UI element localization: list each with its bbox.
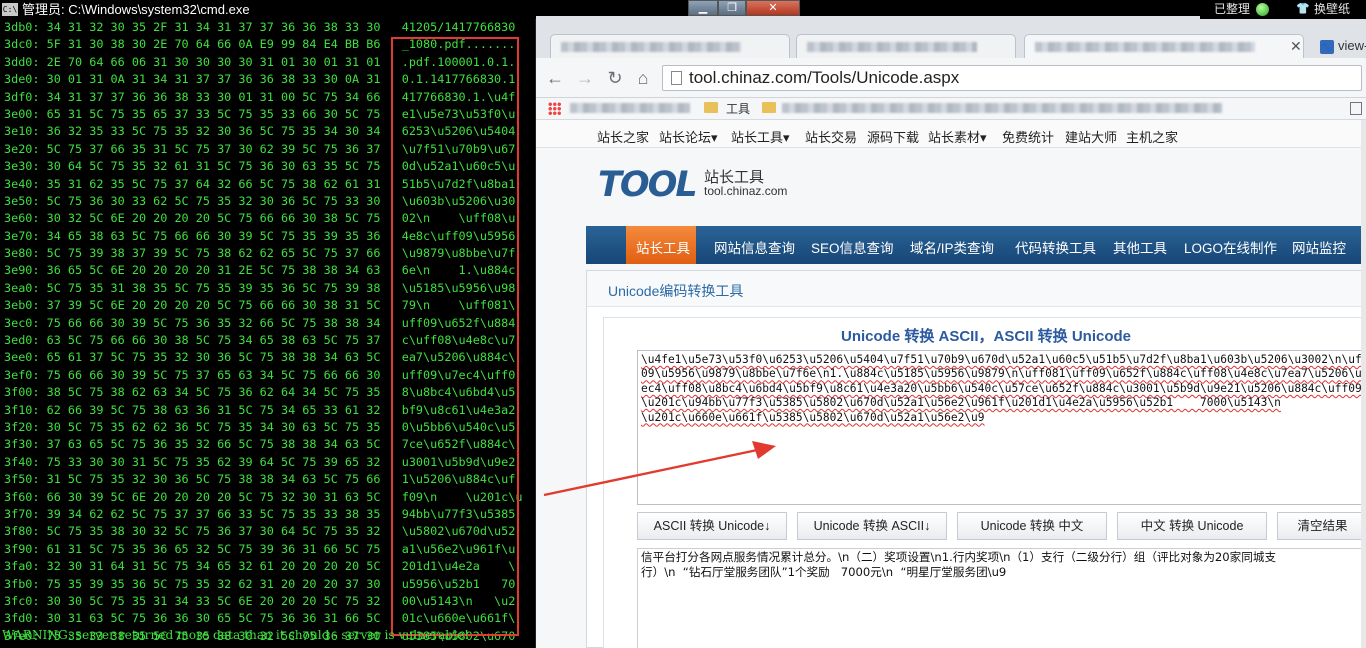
cmd-app-icon: C:\	[2, 3, 18, 16]
ascii-to-unicode-button[interactable]: ASCII 转换 Unicode↓	[637, 512, 787, 540]
other-bookmarks-icon[interactable]	[1350, 102, 1362, 115]
unicode-input-textarea[interactable]: \u4fe1\u5e73\u53f0\u6253\u5206\u5404\u7f…	[637, 350, 1366, 505]
converter-title: Unicode 转换 ASCII，ASCII 转换 Unicode	[840, 328, 1132, 345]
bookmark-folder-tools[interactable]: 工具	[726, 100, 750, 117]
apps-grid-icon[interactable]	[548, 102, 561, 115]
main-nav-item[interactable]: LOGO在线制作	[1184, 237, 1277, 257]
tab-1[interactable]	[550, 34, 790, 58]
main-nav-item[interactable]: 域名/IP类查询	[910, 237, 994, 257]
cmd-window-title: 管理员: C:\Windows\system32\cmd.exe	[22, 2, 250, 17]
main-nav-item[interactable]: 其他工具	[1113, 237, 1167, 257]
input-line: ec4\uff08\u8bc4\u6bd4\u5bf9\u8c61\u4e3a2…	[641, 381, 1366, 395]
input-line: 09\u5956\u9879\u8bbe\u7f6e\n1.\u884c\u51…	[641, 367, 1366, 381]
top-nav-link[interactable]: 站长素材▾	[928, 127, 987, 146]
main-nav-item[interactable]: 代码转换工具	[1015, 237, 1096, 257]
site-top-nav: 站长之家 站长论坛▾ 站长工具▾ 站长交易 源码下载 站长素材▾ 免费统计 建站大师 主机之家	[536, 120, 1366, 148]
browser-toolbar: ← → ↻ ⌂ tool.chinaz.com/Tools/Unicode.as…	[536, 58, 1366, 98]
output-line: 信平台打分各网点服务情况累计总分。\n（二）奖项设置\n1.行内奖项\n（1）支…	[641, 550, 1277, 564]
status-green-icon	[1256, 3, 1269, 16]
chinese-to-unicode-button[interactable]: 中文 转换 Unicode	[1117, 512, 1267, 540]
close-button[interactable]: ✕	[746, 0, 800, 16]
paw-icon: 🐾	[1320, 40, 1334, 54]
tray-organize-label[interactable]: 已整理	[1214, 0, 1250, 19]
top-nav-link[interactable]: 站长工具▾	[731, 127, 790, 146]
tab-close-icon[interactable]: ✕	[1290, 39, 1304, 53]
page-scrollbar[interactable]	[1361, 120, 1366, 648]
unicode-to-ascii-button[interactable]: Unicode 转换 ASCII↓	[797, 512, 947, 540]
panel-header: Unicode编码转换工具	[587, 271, 1366, 307]
converter-box: Unicode 转换 ASCII，ASCII 转换 Unicode \u4fe1…	[603, 317, 1366, 648]
folder-icon	[762, 102, 776, 113]
convert-button-row: ASCII 转换 Unicode↓ Unicode 转换 ASCII↓ Unicod…	[637, 512, 1366, 540]
cmd-console[interactable]: 3db0: 34 31 32 30 35 2F 31 34 31 37 37 3…	[0, 19, 536, 648]
top-nav-link[interactable]: 免费统计	[1002, 127, 1054, 146]
main-nav-item[interactable]: SEO信息查询	[811, 237, 894, 257]
browser-window: ✕ 🐾 view- ← → ↻ ⌂ tool.chinaz.com/Tools/…	[536, 16, 1366, 648]
ascii-highlight-box	[391, 37, 519, 636]
unicode-to-chinese-button[interactable]: Unicode 转换 中文	[957, 512, 1107, 540]
top-nav-link[interactable]: 源码下载	[867, 127, 919, 146]
bookmarks-bar: 工具	[536, 98, 1366, 120]
top-nav-link[interactable]: 主机之家	[1126, 127, 1178, 146]
logo-domain: tool.chinaz.com	[704, 184, 788, 198]
input-line: \u201c\u660e\u661f\u5385\u5802\u670d\u52…	[641, 410, 985, 424]
tool-panel: Unicode编码转换工具 Unicode 转换 ASCII，ASCII 转换 …	[586, 270, 1366, 648]
main-nav-item-active[interactable]: 站长工具	[636, 237, 690, 257]
main-nav-item[interactable]: 网站监控	[1292, 237, 1346, 257]
reload-icon[interactable]: ↻	[604, 67, 626, 89]
cmd-titlebar[interactable]: C:\ 管理员: C:\Windows\system32\cmd.exe	[0, 0, 536, 19]
vulnerability-warning: WARNING: server returned more data than …	[2, 628, 470, 642]
output-line: 行）\n “钻石厅堂服务团队”1个奖励 7000元\n “明星厅堂服务团\u9	[641, 565, 1007, 579]
result-output-textarea[interactable]: 信平台打分各网点服务情况累计总分。\n（二）奖项设置\n1.行内奖项\n（1）支…	[637, 548, 1366, 648]
top-nav-link[interactable]: 建站大师	[1065, 127, 1117, 146]
tab-strip: ✕ 🐾 view-	[536, 16, 1366, 58]
tab-2[interactable]	[796, 34, 1016, 58]
back-arrow-icon[interactable]: ←	[544, 67, 566, 89]
tab-last-label[interactable]: view-	[1338, 38, 1366, 53]
tray-wallpaper-label[interactable]: 换壁纸	[1314, 0, 1350, 19]
top-nav-link[interactable]: 站长交易	[805, 127, 857, 146]
input-line: \u201c\u94bb\u77f3\u5385\u5802\u670d\u52…	[641, 396, 1281, 410]
hex-row: 3db0: 34 31 32 30 35 2F 31 34 31 37 37 3…	[4, 20, 516, 34]
clear-results-button[interactable]: 清空结果	[1277, 512, 1366, 540]
panel-title: Unicode编码转换工具	[608, 283, 744, 299]
minimize-button[interactable]: ▁	[688, 0, 718, 16]
tab-active[interactable]	[1024, 34, 1304, 58]
address-bar[interactable]: tool.chinaz.com/Tools/Unicode.aspx	[662, 65, 1362, 91]
top-nav-link[interactable]: 站长之家	[597, 127, 649, 146]
shirt-icon: 👕	[1296, 3, 1310, 15]
url-text: tool.chinaz.com/Tools/Unicode.aspx	[689, 68, 960, 87]
tool-logo[interactable]: TOOL	[598, 165, 698, 205]
page-icon	[671, 71, 682, 85]
main-nav-bar: 站长工具 网站信息查询 SEO信息查询 域名/IP类查询 代码转换工具 其他工具 LOGO在…	[586, 226, 1366, 264]
maximize-button[interactable]: ❐	[718, 0, 746, 16]
home-icon[interactable]: ⌂	[632, 67, 654, 89]
page-content: 站长之家 站长论坛▾ 站长工具▾ 站长交易 源码下载 站长素材▾ 免费统计 建站大师 主机之家 …	[536, 120, 1366, 648]
input-line: \u4fe1\u5e73\u53f0\u6253\u5206\u5404\u7f…	[641, 353, 1366, 366]
desktop-tray: 已整理 👕 换壁纸	[1200, 0, 1366, 19]
main-nav-item[interactable]: 网站信息查询	[714, 237, 795, 257]
forward-arrow-icon[interactable]: →	[574, 67, 596, 89]
top-nav-link[interactable]: 站长论坛▾	[659, 127, 718, 146]
folder-icon	[704, 102, 718, 113]
